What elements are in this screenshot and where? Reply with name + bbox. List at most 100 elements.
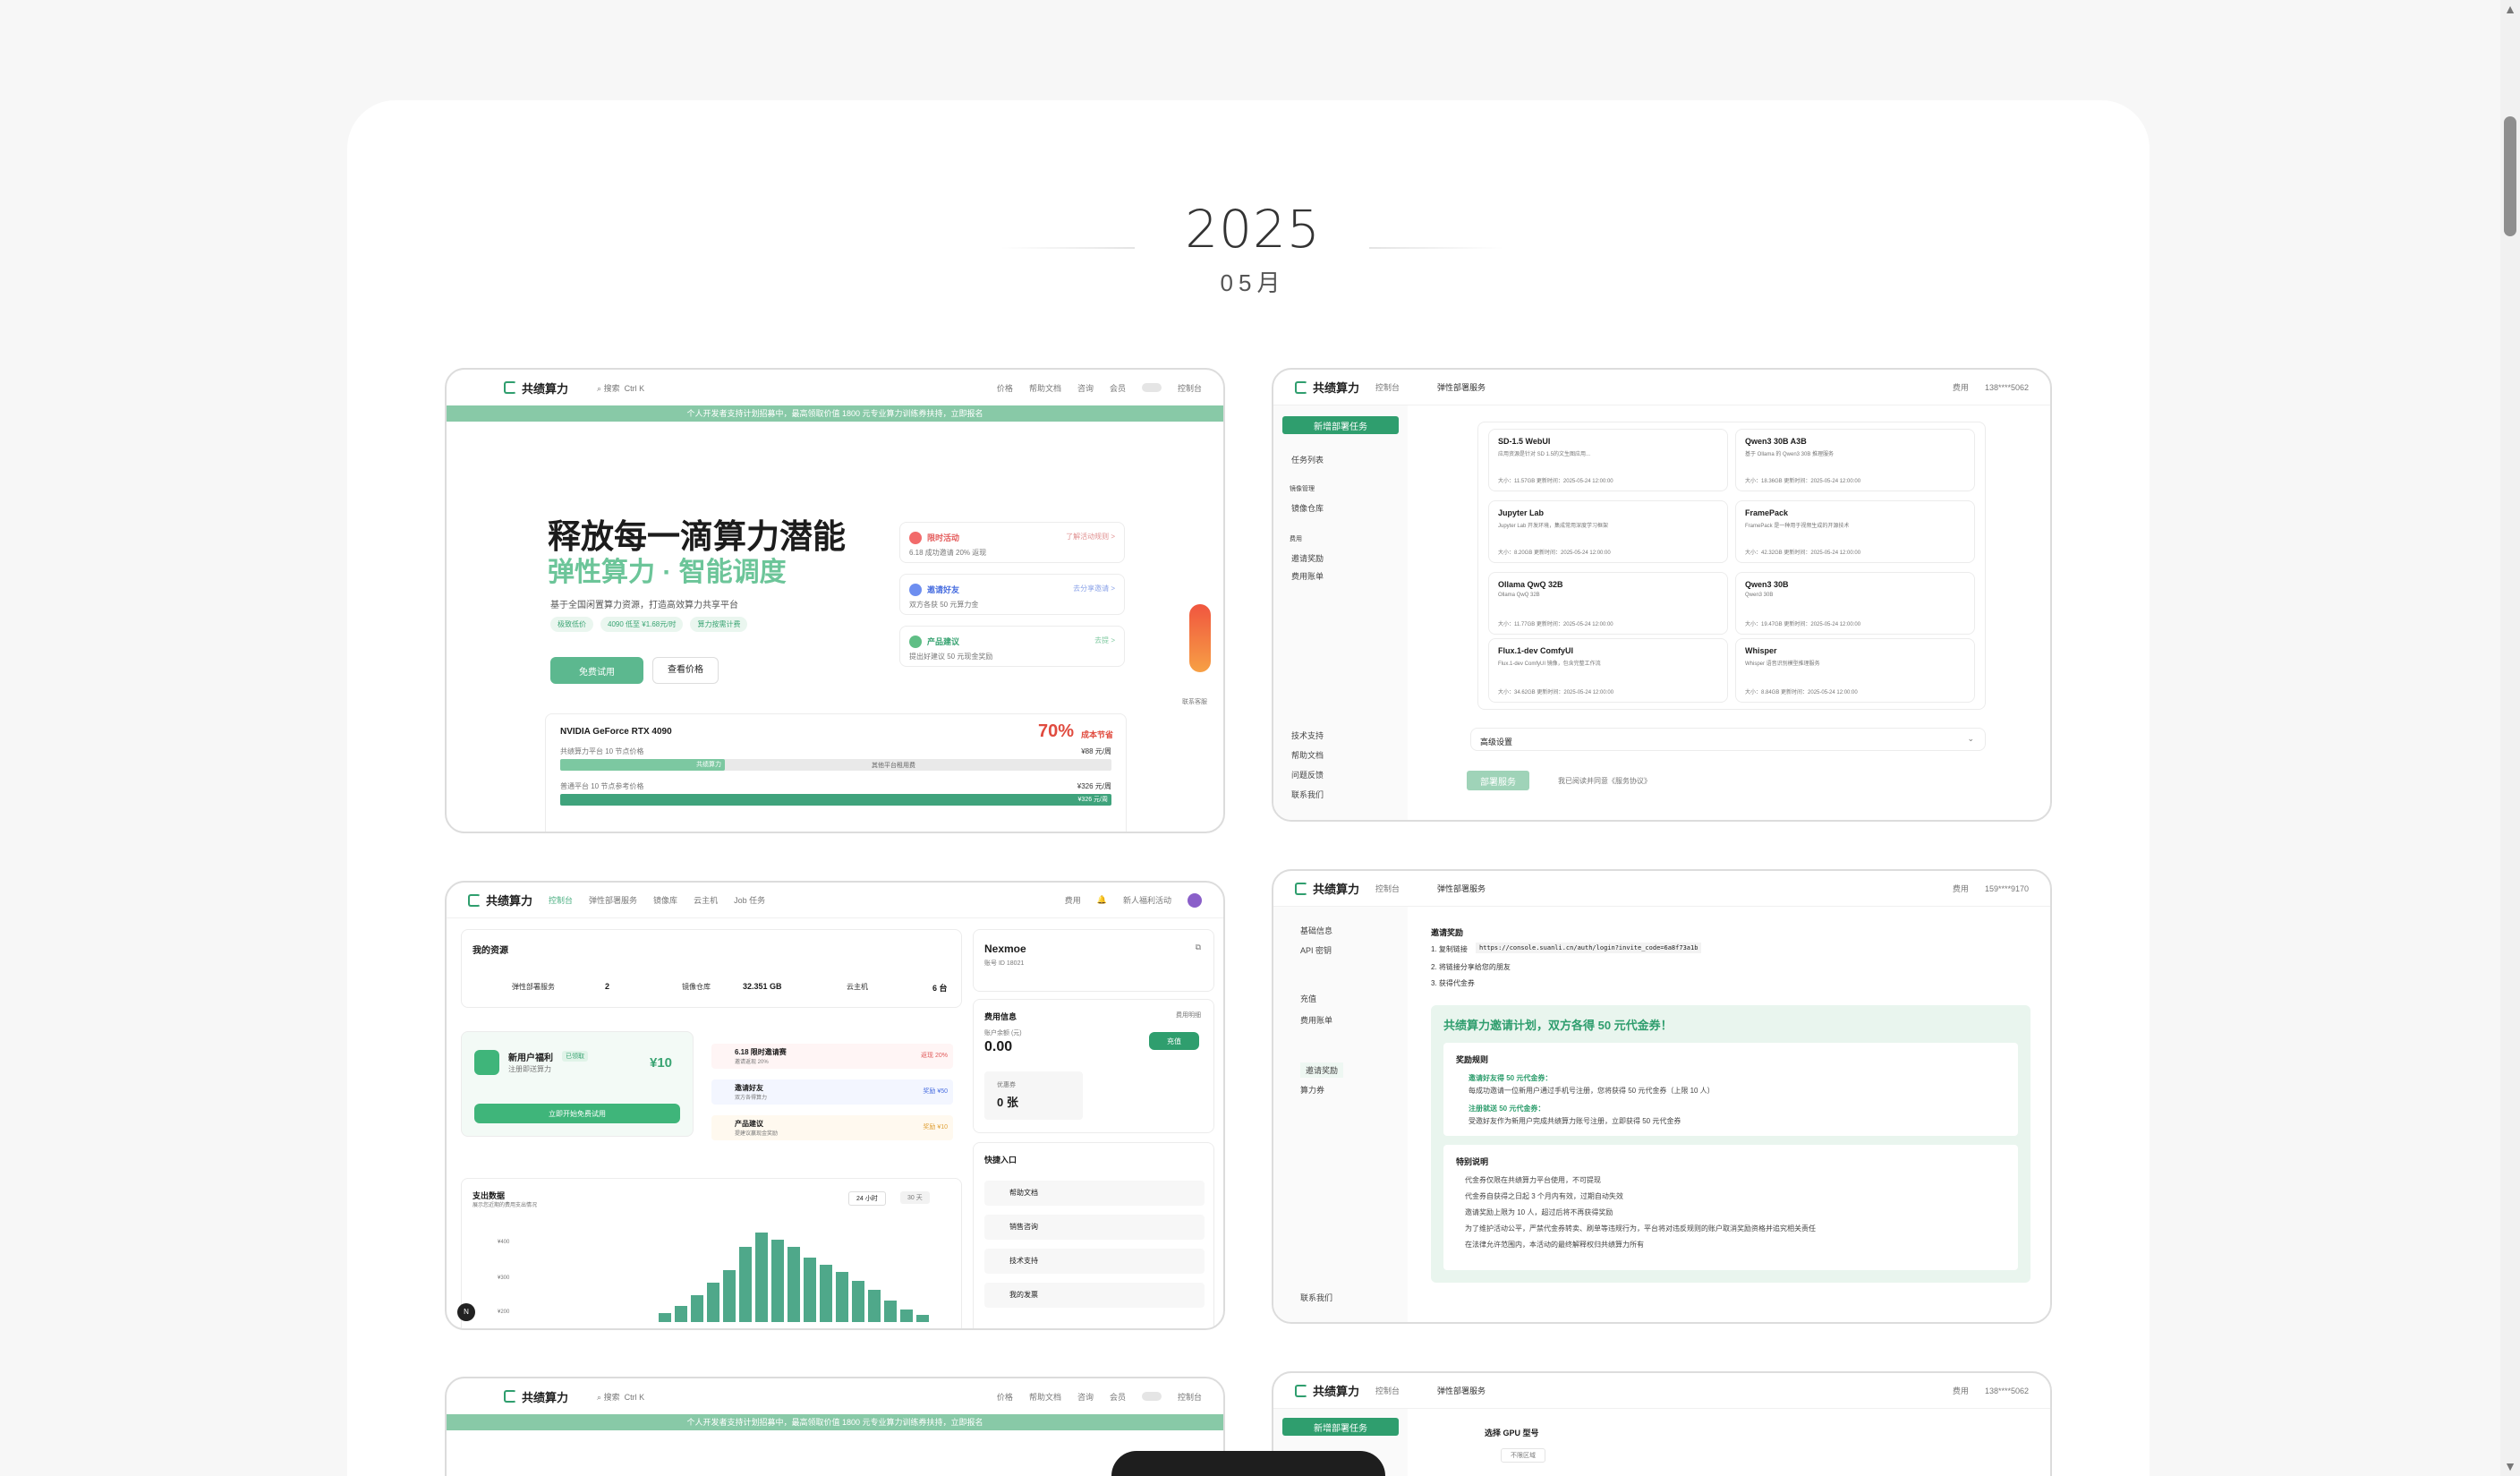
advanced-settings[interactable]: 高级设置 ⌄ bbox=[1470, 728, 1986, 751]
deploy-button[interactable]: 部署服务 bbox=[1467, 771, 1529, 790]
promo-link[interactable]: 了解活动规则 > bbox=[1066, 532, 1115, 542]
nav-deploy[interactable]: 弹性部署服务 bbox=[589, 894, 637, 906]
brand-logo[interactable]: 共绩算力 bbox=[504, 1388, 568, 1405]
header-fee[interactable]: 费用 bbox=[1953, 1385, 1969, 1396]
screenshot-landing[interactable]: 共绩算力 ⌕ 搜索 Ctrl K 价格 帮助文档 咨询 会员 控制台 个人开发者… bbox=[445, 368, 1225, 833]
promo-link[interactable]: 去提 > bbox=[1094, 636, 1115, 645]
search-box[interactable]: ⌕ 搜索 Ctrl K bbox=[597, 382, 644, 394]
app-card[interactable]: Qwen3 30B A3B 基于 Ollama 的 Qwen3 30B 推理服务… bbox=[1735, 429, 1975, 491]
section-name[interactable]: 弹性部署服务 bbox=[1437, 883, 1486, 894]
section-name[interactable]: 弹性部署服务 bbox=[1437, 1385, 1486, 1396]
resource-label[interactable]: 镜像仓库 bbox=[682, 982, 711, 992]
header-welfare[interactable]: 新人福利活动 bbox=[1123, 894, 1171, 906]
sidebar-item-recharge[interactable]: 充值 bbox=[1300, 993, 1316, 1004]
new-deploy-task-button[interactable]: 新增部署任务 bbox=[1282, 1418, 1399, 1436]
brand-logo[interactable]: 共绩算力 bbox=[1295, 880, 1359, 897]
bell-icon[interactable]: 🔔 bbox=[1097, 895, 1107, 905]
region-select[interactable]: 不限区域 bbox=[1501, 1448, 1545, 1463]
header-phone[interactable]: 138****5062 bbox=[1985, 383, 2029, 392]
quick-item-invoice[interactable]: 我的发票 bbox=[984, 1283, 1205, 1308]
header-fee[interactable]: 费用 bbox=[1065, 894, 1081, 906]
nav-price[interactable]: 价格 bbox=[997, 382, 1013, 394]
nav-member[interactable]: 会员 bbox=[1110, 382, 1126, 394]
sidebar-item-api[interactable]: API 密钥 bbox=[1300, 944, 1332, 956]
sidebar-item-bills[interactable]: 费用账单 bbox=[1291, 570, 1324, 582]
screenshot-deploy[interactable]: 共绩算力 控制台 弹性部署服务 费用 138****5062 新增部署任务 任务… bbox=[1272, 368, 2052, 822]
app-card[interactable]: Qwen3 30B Qwen3 30B 大小：19.47GB 更新时间：2025… bbox=[1735, 572, 1975, 635]
activity-item[interactable]: 6.18 限时邀请赛 邀请返现 20% 返现 20% bbox=[711, 1044, 953, 1069]
sidebar-item-support[interactable]: 技术支持 bbox=[1291, 729, 1324, 741]
screenshot-deploy-2[interactable]: 共绩算力 控制台 弹性部署服务 费用 138****5062 新增部署任务 选择… bbox=[1272, 1371, 2052, 1476]
announcement-banner[interactable]: 个人开发者支持计划招募中，最高领取价值 1800 元专业算力训练券扶持，立即报名 bbox=[447, 405, 1223, 422]
sidebar-item-contact[interactable]: 联系我们 bbox=[1291, 789, 1324, 800]
brand-logo[interactable]: 共绩算力 bbox=[1295, 1382, 1359, 1399]
new-deploy-task-button[interactable]: 新增部署任务 bbox=[1282, 416, 1399, 434]
activity-item[interactable]: 产品建议 提建议赢现金奖励 奖励 ¥10 bbox=[711, 1115, 953, 1140]
sidebar-item-docs[interactable]: 帮助文档 bbox=[1291, 749, 1324, 761]
nav-console[interactable]: 控制台 bbox=[549, 894, 573, 906]
invite-link[interactable]: https://console.suanli.cn/auth/login?inv… bbox=[1476, 943, 1702, 953]
sidebar-item-tasks[interactable]: 任务列表 bbox=[1291, 454, 1324, 465]
sidebar-item-invite[interactable]: 邀请奖励 bbox=[1291, 552, 1324, 564]
nav-docs[interactable]: 帮助文档 bbox=[1029, 382, 1061, 394]
section-name[interactable]: 弹性部署服务 bbox=[1437, 381, 1486, 393]
view-price-button[interactable]: 查看价格 bbox=[652, 657, 719, 684]
app-card[interactable]: Jupyter Lab Jupyter Lab 开发环境，集成常用深度学习框架 … bbox=[1488, 500, 1728, 563]
agreement-text[interactable]: 我已阅读并同意《服务协议》 bbox=[1558, 776, 1651, 786]
sidebar-item-basic[interactable]: 基础信息 bbox=[1300, 925, 1332, 936]
chart-tab-30d[interactable]: 30 天 bbox=[900, 1191, 930, 1204]
console-link[interactable]: 控制台 bbox=[1178, 382, 1202, 394]
header-phone[interactable]: 138****5062 bbox=[1985, 1386, 2029, 1395]
nav-price[interactable]: 价格 bbox=[997, 1391, 1013, 1403]
brand-logo[interactable]: 共绩算力 bbox=[468, 892, 532, 909]
customer-service-label[interactable]: 联系客服 bbox=[1182, 697, 1207, 706]
free-trial-button[interactable]: 免费试用 bbox=[550, 657, 643, 684]
resource-label[interactable]: 云主机 bbox=[847, 982, 868, 992]
sidebar-item-contact[interactable]: 联系我们 bbox=[1300, 1292, 1332, 1303]
coupon-box[interactable]: 优惠券 0 张 bbox=[984, 1071, 1083, 1120]
promo-card-1[interactable]: 限时活动 6.18 成功邀请 20% 返现 了解活动规则 > bbox=[899, 522, 1125, 563]
scroll-down-arrow[interactable]: ▼ bbox=[2503, 1459, 2517, 1473]
header-fee[interactable]: 费用 bbox=[1953, 883, 1969, 894]
activity-item[interactable]: 邀请好友 双方各得算力 奖励 ¥50 bbox=[711, 1079, 953, 1105]
console-link[interactable]: 控制台 bbox=[1178, 1391, 1202, 1403]
nav-docs[interactable]: 帮助文档 bbox=[1029, 1391, 1061, 1403]
promo-link[interactable]: 去分享邀请 > bbox=[1073, 584, 1115, 593]
fee-detail-link[interactable]: 费用明细 bbox=[1176, 1011, 1201, 1020]
scrollbar-thumb[interactable] bbox=[2504, 116, 2516, 236]
theme-toggle[interactable] bbox=[1141, 1392, 1162, 1401]
floating-contact-button[interactable] bbox=[1189, 604, 1211, 672]
app-card[interactable]: FramePack FramePack 是一种用于视频生成的开源技术 大小：42… bbox=[1735, 500, 1975, 563]
sidebar-item-coupon[interactable]: 算力券 bbox=[1300, 1084, 1324, 1096]
nav-member[interactable]: 会员 bbox=[1110, 1391, 1126, 1403]
copy-icon[interactable]: ⧉ bbox=[1196, 943, 1201, 952]
sidebar-item-invite[interactable]: 邀请奖励 bbox=[1300, 1062, 1344, 1078]
announcement-banner[interactable]: 个人开发者支持计划招募中，最高领取价值 1800 元专业算力训练券扶持，立即报名 bbox=[447, 1414, 1223, 1430]
sidebar-item-image-repo[interactable]: 镜像仓库 bbox=[1291, 502, 1324, 514]
header-phone[interactable]: 159****9170 bbox=[1985, 884, 2029, 893]
brand-logo[interactable]: 共绩算力 bbox=[1295, 379, 1359, 396]
recharge-button[interactable]: 充值 bbox=[1149, 1032, 1199, 1050]
avatar-n[interactable]: N bbox=[457, 1303, 475, 1321]
chart-tab-24h[interactable]: 24 小时 bbox=[848, 1191, 886, 1206]
nav-images[interactable]: 镜像库 bbox=[653, 894, 677, 906]
nav-jobs[interactable]: Job 任务 bbox=[734, 894, 765, 906]
console-link[interactable]: 控制台 bbox=[1375, 381, 1400, 393]
nav-cloud-host[interactable]: 云主机 bbox=[694, 894, 718, 906]
promo-card-2[interactable]: 邀请好友 双方各获 50 元算力金 去分享邀请 > bbox=[899, 574, 1125, 615]
quick-item-support[interactable]: 技术支持 bbox=[984, 1249, 1205, 1274]
promo-card-3[interactable]: 产品建议 提出好建议 50 元现金奖励 去提 > bbox=[899, 626, 1125, 667]
nav-consult[interactable]: 咨询 bbox=[1077, 1391, 1094, 1403]
app-card[interactable]: SD-1.5 WebUI 应用资源是针对 SD 1.5的文生图应用... 大小：… bbox=[1488, 429, 1728, 491]
app-card[interactable]: Flux.1-dev ComfyUI Flux.1-dev ComfyUI 镜像… bbox=[1488, 638, 1728, 703]
screenshot-invite[interactable]: 共绩算力 控制台 弹性部署服务 费用 159****9170 基础信息 API … bbox=[1272, 869, 2052, 1324]
scroll-up-arrow[interactable]: ▲ bbox=[2503, 2, 2517, 16]
quick-item-docs[interactable]: 帮助文档 bbox=[984, 1181, 1205, 1206]
quick-item-sales[interactable]: 销售咨询 bbox=[984, 1215, 1205, 1240]
header-fee[interactable]: 费用 bbox=[1953, 381, 1969, 393]
sidebar-item-feedback[interactable]: 问题反馈 bbox=[1291, 769, 1324, 781]
app-card[interactable]: Ollama QwQ 32B Ollama QwQ 32B 大小：11.77GB… bbox=[1488, 572, 1728, 635]
screenshot-dashboard[interactable]: 共绩算力 控制台 弹性部署服务 镜像库 云主机 Job 任务 费用 🔔 新人福利… bbox=[445, 881, 1225, 1330]
start-trial-button[interactable]: 立即开始免费试用 bbox=[474, 1104, 680, 1123]
sidebar-item-bills[interactable]: 费用账单 bbox=[1300, 1014, 1332, 1026]
